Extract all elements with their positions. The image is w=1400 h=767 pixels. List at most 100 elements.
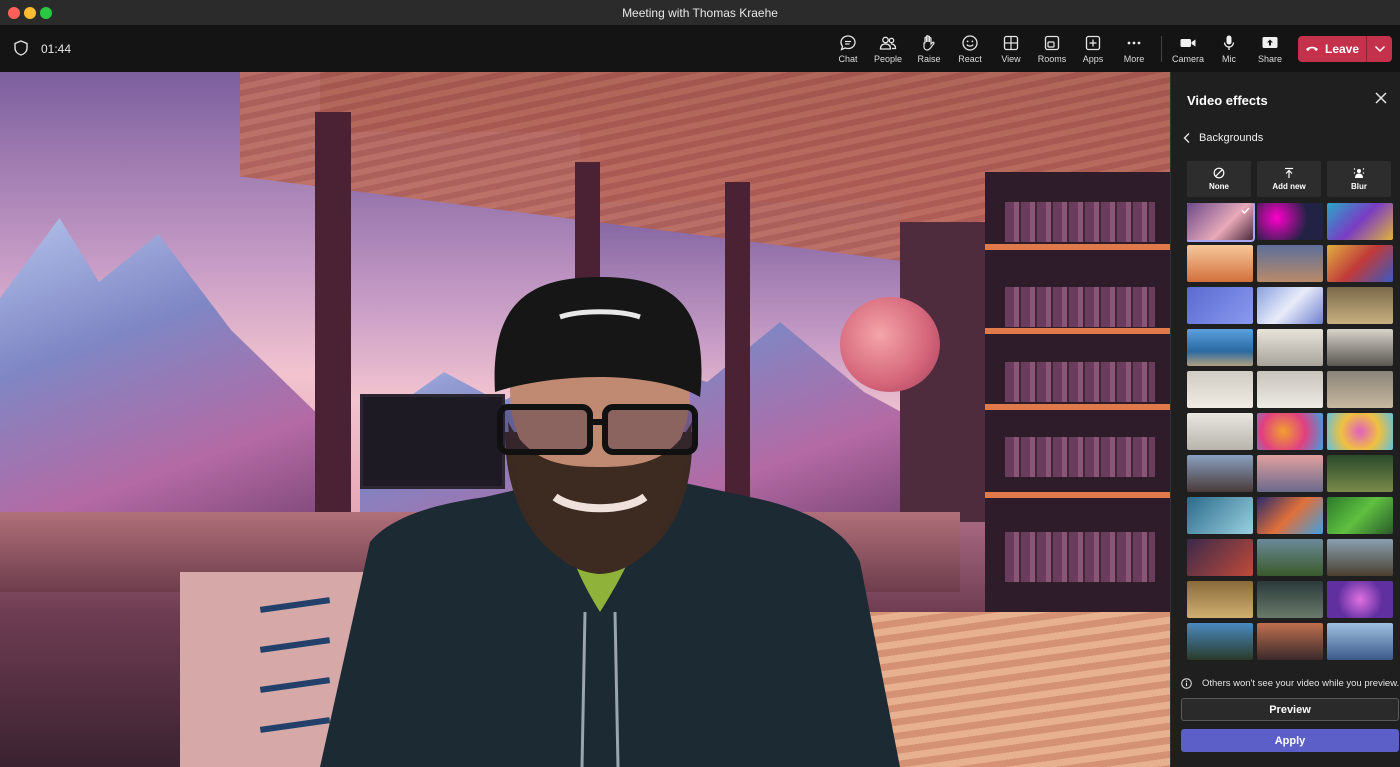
react-button[interactable]: React (950, 32, 990, 68)
background-thumbnail[interactable] (1257, 539, 1323, 576)
blur-label: Blur (1351, 182, 1367, 191)
preview-info-text: Others won't see your video while you pr… (1202, 678, 1400, 689)
background-thumbnail[interactable] (1327, 539, 1393, 576)
background-thumbnail[interactable] (1187, 623, 1253, 660)
background-thumbnail[interactable] (1327, 329, 1393, 366)
background-thumbnail[interactable] (1187, 413, 1253, 450)
add-new-label: Add new (1272, 182, 1306, 191)
books-row-4 (1005, 437, 1155, 477)
smiley-icon (962, 35, 978, 51)
leave-label: Leave (1324, 42, 1360, 56)
people-icon (879, 36, 897, 50)
shelf-1 (985, 244, 1170, 250)
checkmark-icon (1241, 207, 1250, 215)
background-thumbnail[interactable] (1257, 455, 1323, 492)
background-thumbnail[interactable] (1257, 623, 1323, 660)
background-thumbnail[interactable] (1257, 203, 1323, 240)
background-thumbnail[interactable] (1257, 413, 1323, 450)
background-thumbnail[interactable] (1327, 287, 1393, 324)
background-thumbnail[interactable] (1187, 203, 1255, 242)
background-thumbnail[interactable] (1257, 581, 1323, 618)
background-none-option[interactable]: None (1187, 161, 1251, 197)
background-thumbnail[interactable] (1327, 455, 1393, 492)
panel-title: Video effects (1187, 93, 1268, 108)
camera-button[interactable]: Camera (1168, 32, 1208, 68)
leave-button-group: Leave (1298, 36, 1392, 62)
background-thumbnail[interactable] (1187, 287, 1253, 324)
meeting-toolbar: 01:44 Chat People Raise React View Rooms… (0, 26, 1400, 72)
view-button[interactable]: View (991, 32, 1031, 68)
background-blur-option[interactable]: Blur (1327, 161, 1391, 197)
meeting-timer: 01:44 (41, 42, 72, 56)
close-icon[interactable] (1371, 88, 1391, 108)
background-thumbnail[interactable] (1187, 581, 1253, 618)
background-thumbnail[interactable] (1187, 455, 1253, 492)
shelf-4 (985, 492, 1170, 498)
mic-label: Mic (1222, 54, 1236, 64)
background-thumbnail[interactable] (1187, 329, 1253, 366)
background-thumbnail[interactable] (1257, 287, 1323, 324)
chevron-down-icon (1374, 45, 1385, 53)
react-label: React (958, 54, 982, 64)
share-label: Share (1257, 54, 1283, 64)
background-thumbnail[interactable] (1327, 581, 1393, 618)
more-button[interactable]: More (1114, 32, 1154, 68)
background-thumbnail[interactable] (1257, 329, 1323, 366)
apps-button[interactable]: Apps (1073, 32, 1113, 68)
share-button[interactable]: Share (1250, 32, 1290, 68)
backgrounds-back-button[interactable]: Backgrounds (1183, 129, 1263, 147)
video-effects-panel: Video effects Backgrounds None Add new B… (1170, 72, 1400, 767)
preview-button[interactable]: Preview (1181, 698, 1399, 721)
leave-button[interactable]: Leave (1298, 36, 1366, 62)
rooms-button[interactable]: Rooms (1032, 32, 1072, 68)
people-button[interactable]: People (868, 32, 908, 68)
blur-icon (1353, 168, 1365, 178)
window-title: Meeting with Thomas Kraehe (622, 6, 778, 20)
none-label: None (1209, 182, 1229, 191)
background-thumbnail[interactable] (1187, 245, 1253, 282)
background-thumbnail[interactable] (1257, 371, 1323, 408)
leave-options-button[interactable] (1367, 36, 1392, 62)
background-thumbnail[interactable] (1327, 371, 1393, 408)
background-thumbnail[interactable] (1327, 203, 1393, 240)
none-icon (1213, 167, 1225, 179)
background-thumbnail[interactable] (1327, 623, 1393, 660)
raise-label: Raise (917, 54, 941, 64)
shelf-2 (985, 328, 1170, 334)
camera-label: Camera (1171, 54, 1204, 64)
view-label: View (1001, 54, 1021, 64)
people-label: People (873, 54, 903, 64)
background-thumbnail-grid (1187, 203, 1400, 668)
background-add-new-option[interactable]: Add new (1257, 161, 1321, 197)
share-icon (1262, 37, 1278, 48)
rooms-icon (1044, 35, 1060, 51)
apps-label: Apps (1082, 54, 1104, 64)
upload-icon (1285, 167, 1293, 178)
background-thumbnail[interactable] (1257, 245, 1323, 282)
more-label: More (1123, 54, 1145, 64)
chat-icon (840, 35, 856, 51)
ellipsis-icon (1127, 41, 1141, 45)
window-title-bar: Meeting with Thomas Kraehe (0, 0, 1400, 26)
background-thumbnail[interactable] (1257, 497, 1323, 534)
mic-icon (1223, 35, 1235, 50)
background-thumbnail[interactable] (1327, 245, 1393, 282)
apps-plus-icon (1085, 35, 1101, 51)
raise-hand-icon (923, 35, 935, 51)
mic-button[interactable]: Mic (1209, 32, 1249, 68)
background-thumbnail[interactable] (1187, 539, 1253, 576)
raise-hand-button[interactable]: Raise (909, 32, 949, 68)
chat-button[interactable]: Chat (828, 32, 868, 68)
books-row-2 (1005, 287, 1155, 327)
preview-info: Others won't see your video while you pr… (1181, 678, 1400, 689)
background-thumbnail[interactable] (1187, 497, 1253, 534)
shelf-3 (985, 404, 1170, 410)
hang-up-icon (1305, 46, 1318, 51)
background-thumbnail[interactable] (1187, 371, 1253, 408)
camera-icon (1180, 39, 1196, 47)
apply-button[interactable]: Apply (1181, 729, 1399, 752)
books-row-5 (1005, 532, 1155, 582)
background-thumbnail[interactable] (1327, 497, 1393, 534)
background-thumbnail[interactable] (1327, 413, 1393, 450)
shield-icon (14, 40, 28, 56)
